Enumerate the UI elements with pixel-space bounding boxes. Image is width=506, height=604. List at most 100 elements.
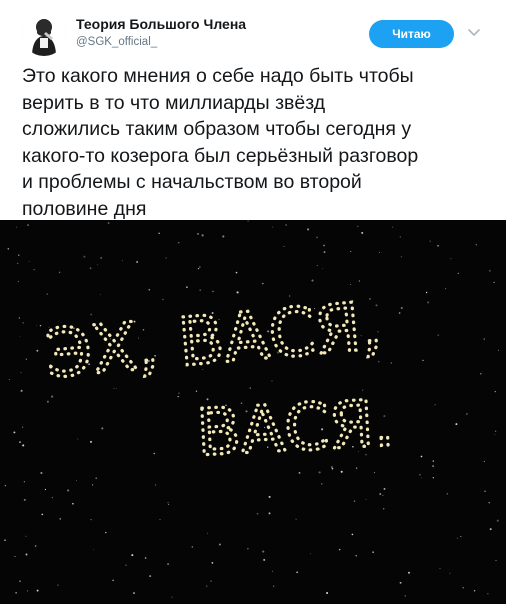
chevron-down-icon[interactable] <box>466 24 482 40</box>
background-star <box>72 502 74 505</box>
background-star <box>15 592 17 594</box>
background-star <box>121 260 123 262</box>
background-star <box>268 495 271 498</box>
background-star <box>100 257 102 259</box>
background-star <box>154 484 157 486</box>
background-star <box>493 281 495 283</box>
avatar[interactable] <box>22 12 66 56</box>
background-star <box>466 413 468 415</box>
night-sky-image: ЭХ, ВАСЯ, ВАСЯ. <box>0 220 506 604</box>
background-star <box>27 224 30 227</box>
background-star <box>488 502 490 504</box>
background-star <box>496 519 499 522</box>
background-star <box>351 533 354 536</box>
background-star <box>494 434 496 436</box>
background-star <box>365 498 367 500</box>
background-star <box>379 251 380 253</box>
background-star <box>404 595 407 597</box>
background-star <box>28 261 30 262</box>
background-star <box>197 267 200 270</box>
background-star <box>167 502 169 504</box>
background-star <box>383 487 386 490</box>
background-star <box>350 250 352 252</box>
background-star <box>25 553 28 556</box>
background-star <box>25 358 27 360</box>
background-star <box>178 392 180 395</box>
background-star <box>34 545 37 547</box>
background-star <box>171 596 173 598</box>
tweet-media[interactable]: ЭХ, ВАСЯ, ВАСЯ. <box>0 220 506 604</box>
tweet-text: Это какого мнения о себе надо быть чтобы… <box>22 65 419 220</box>
background-star <box>89 267 92 270</box>
background-star <box>450 258 452 260</box>
background-star <box>59 518 61 520</box>
background-star <box>271 570 273 572</box>
background-star <box>338 548 341 551</box>
star-text-line-2: ВАСЯ. <box>195 387 396 471</box>
author-handle[interactable]: @SGK_official_ <box>76 36 157 48</box>
background-star <box>256 512 259 515</box>
background-star <box>91 484 94 486</box>
follow-button[interactable]: Читаю <box>369 20 454 48</box>
background-star <box>222 235 225 238</box>
background-star <box>350 284 352 285</box>
background-star <box>383 508 385 510</box>
background-star <box>487 593 489 595</box>
background-star <box>148 288 151 291</box>
background-star <box>205 585 208 587</box>
background-star <box>262 282 264 285</box>
background-star <box>446 493 448 495</box>
background-star <box>90 519 92 521</box>
background-star <box>484 490 486 492</box>
background-star <box>40 471 43 475</box>
background-star <box>399 581 402 584</box>
background-star <box>247 547 249 550</box>
background-star <box>20 389 23 392</box>
background-star <box>39 324 42 327</box>
background-star <box>473 590 476 592</box>
background-star <box>19 335 21 337</box>
background-star <box>7 247 10 250</box>
background-star <box>210 580 212 582</box>
background-star <box>420 477 422 479</box>
background-star <box>498 349 499 351</box>
background-star <box>44 488 47 491</box>
background-star <box>177 396 179 398</box>
background-star <box>323 251 326 254</box>
background-star <box>57 584 59 586</box>
background-star <box>382 494 384 497</box>
background-star <box>321 483 323 485</box>
background-star <box>158 232 160 234</box>
background-star <box>373 472 376 474</box>
background-star <box>400 255 403 258</box>
background-star <box>358 280 361 282</box>
background-star <box>36 589 39 592</box>
background-star <box>144 557 147 559</box>
background-star <box>494 430 497 432</box>
background-star <box>125 564 127 566</box>
background-star <box>407 571 411 574</box>
background-star <box>489 528 492 531</box>
background-star <box>46 293 48 295</box>
background-star <box>167 563 170 566</box>
background-star <box>390 362 393 364</box>
background-star <box>400 306 403 310</box>
background-star <box>23 481 25 483</box>
background-star <box>483 338 485 340</box>
background-star <box>197 232 199 235</box>
background-star <box>211 562 214 564</box>
background-star <box>272 226 274 228</box>
background-star <box>372 551 374 553</box>
background-star <box>105 531 107 534</box>
background-star <box>159 518 161 521</box>
background-star <box>262 550 265 553</box>
background-star <box>422 359 424 362</box>
background-star <box>271 380 273 382</box>
author-name[interactable]: Теория Большого Члена <box>76 16 246 32</box>
background-star <box>427 301 430 304</box>
background-star <box>273 585 275 587</box>
background-star <box>307 228 310 231</box>
background-star <box>432 460 434 462</box>
background-star <box>17 281 19 283</box>
background-star <box>96 264 98 266</box>
